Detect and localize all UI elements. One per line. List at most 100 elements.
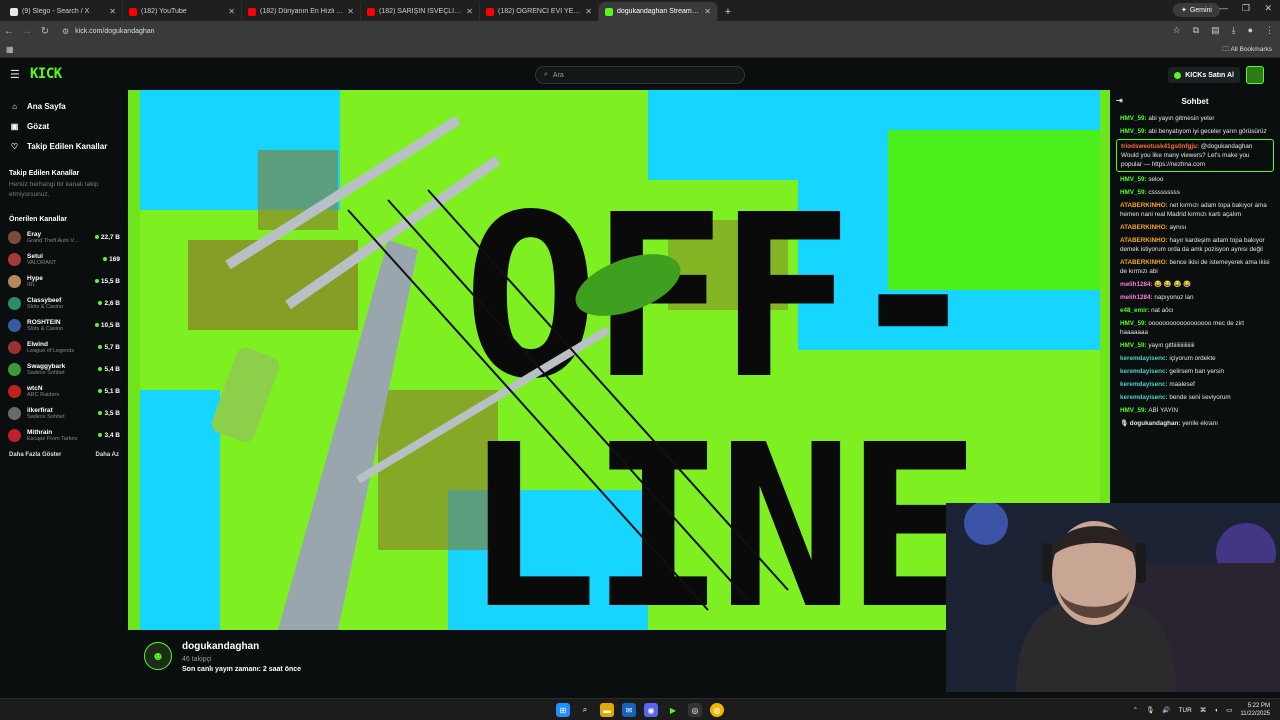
site-info-icon[interactable]: ⚙ xyxy=(62,27,69,36)
downloads-icon[interactable]: ⤓ xyxy=(1232,25,1236,36)
chat-username[interactable]: HMV_59 xyxy=(1120,176,1145,183)
mic-icon[interactable]: 🎙 xyxy=(1146,706,1154,714)
recommended-channel[interactable]: Hype IRL 15,5 B xyxy=(0,270,128,292)
sidebar-nav-item[interactable]: ♡ Takip Edilen Kanallar xyxy=(0,136,128,156)
sidebar-nav-item[interactable]: ⌂ Ana Sayfa xyxy=(0,96,128,116)
clock[interactable]: 5:22 PM 11/22/2025 xyxy=(1240,702,1270,718)
forward-icon[interactable]: → xyxy=(18,26,36,37)
discord-icon[interactable]: ◉ xyxy=(644,703,658,717)
menu-icon[interactable]: ⋮ xyxy=(1265,25,1274,36)
volume-icon[interactable]: 🔊 xyxy=(1162,706,1170,714)
show-less-button[interactable]: Daha Az xyxy=(96,452,119,458)
all-bookmarks-button[interactable]: 🗀 All Bookmarks xyxy=(1223,45,1273,56)
tab-title: (182) ÖĞRENCİ EVİ YEMEKTEYİ xyxy=(498,8,581,15)
extensions-icon[interactable]: ⧉ xyxy=(1193,25,1199,36)
network-icon[interactable]: ⌘ xyxy=(1200,706,1207,714)
chat-username[interactable]: keremdayisenc xyxy=(1120,368,1166,375)
collapse-chat-icon[interactable]: ⇥ xyxy=(1116,96,1123,105)
chat-username[interactable]: HMV_59 xyxy=(1120,189,1145,196)
chat-message: HMV_59: yayın gittiiiiiiiiiiiiiii xyxy=(1110,339,1280,352)
recommended-channel[interactable]: Mithrain Escape From Tarkov 3,4 B xyxy=(0,424,128,446)
channel-avatar xyxy=(8,252,21,266)
browser-tab[interactable]: (182) SARIŞIN İSVEÇLİ BİR KIZ ✕ xyxy=(361,2,480,21)
battery-icon[interactable]: ▭ xyxy=(1226,706,1232,714)
chat-username[interactable]: melih1284 xyxy=(1120,281,1150,288)
channel-avatar[interactable]: ☻ xyxy=(144,642,172,670)
close-tab-icon[interactable]: ✕ xyxy=(704,7,711,16)
browser-tab-bar: (9) Slego - Search / X ✕ (182) YouTube ✕ (18… xyxy=(0,0,1280,21)
chat-username[interactable]: keremdayisenc xyxy=(1120,355,1166,362)
search-input[interactable]: ⌕ Ara xyxy=(535,66,745,84)
tray-chevron-icon[interactable]: ⌃ xyxy=(1133,706,1138,714)
browser-tab[interactable]: (182) Dünyanın En Hızlı Adamı ✕ xyxy=(242,2,361,21)
chat-username[interactable]: ATABERKINHO xyxy=(1120,224,1166,231)
close-tab-icon[interactable]: ✕ xyxy=(347,7,354,16)
chat-username[interactable]: ATABERKINHO xyxy=(1120,259,1166,266)
new-tab-button[interactable]: + xyxy=(718,2,738,21)
browser-tab[interactable]: (182) ÖĞRENCİ EVİ YEMEKTEYİ ✕ xyxy=(480,2,599,21)
chat-username[interactable]: HMV_59 xyxy=(1120,128,1145,135)
close-tab-icon[interactable]: ✕ xyxy=(228,7,235,16)
url-field[interactable]: ⚙ kick.com/dogukandaghan xyxy=(62,27,155,36)
user-avatar[interactable] xyxy=(1246,66,1264,84)
chat-text: maalesef xyxy=(1169,381,1195,388)
mail-icon[interactable]: ✉ xyxy=(622,703,636,717)
recommended-channel[interactable]: Setul VALORANT 169 xyxy=(0,248,128,270)
kick-app-icon[interactable]: ▶ xyxy=(666,703,680,717)
close-window-icon[interactable]: ✕ xyxy=(1264,3,1272,14)
recommended-channel[interactable]: Eray Grand Theft Auto V... 22,7 B xyxy=(0,226,128,248)
tab-title: (182) Dünyanın En Hızlı Adamı xyxy=(260,8,343,15)
taskbar-search-icon[interactable]: ⌕ xyxy=(578,703,592,717)
restore-icon[interactable]: ❐ xyxy=(1242,3,1250,14)
chat-username[interactable]: keremdayisenc xyxy=(1120,381,1166,388)
chat-username[interactable]: melih1284 xyxy=(1120,294,1150,301)
gemini-button[interactable]: ✦ Gemini xyxy=(1172,3,1220,17)
close-tab-icon[interactable]: ✕ xyxy=(109,7,116,16)
hamburger-menu-icon[interactable]: ☰ xyxy=(10,68,20,81)
bookmark-star-icon[interactable]: ☆ xyxy=(1173,25,1181,36)
chat-message: melih1284: 😂 😂 😂 😂 xyxy=(1110,278,1280,291)
kick-logo[interactable]: KICK xyxy=(30,66,62,82)
chat-username[interactable]: triodsweotusk41gs0nfgju xyxy=(1121,143,1197,150)
show-more-button[interactable]: Daha Fazla Göster xyxy=(9,452,61,458)
viewer-count-value: 2,6 B xyxy=(104,299,120,307)
buy-kicks-button[interactable]: KICKs Satın Al xyxy=(1168,67,1240,83)
chat-username[interactable]: e48_emir xyxy=(1120,307,1147,314)
recommended-channel[interactable]: Elwind League of Legends 5,7 B xyxy=(0,336,128,358)
file-explorer-icon[interactable]: ▬ xyxy=(600,703,614,717)
reload-icon[interactable]: ↻ xyxy=(36,26,54,37)
apps-grid-icon[interactable]: ▦ xyxy=(6,45,14,54)
minimize-icon[interactable]: — xyxy=(1219,3,1228,13)
recommended-channel[interactable]: Swaggybark Sadece Sohbet 5,4 B xyxy=(0,358,128,380)
offline-text: OFF- LINE xyxy=(463,167,981,630)
sidepanel-icon[interactable]: ▤ xyxy=(1211,25,1220,36)
browser-tab[interactable]: dogukandaghan Stream - Watc ✕ xyxy=(599,2,718,21)
close-tab-icon[interactable]: ✕ xyxy=(466,7,473,16)
live-dot-icon xyxy=(98,433,103,437)
chrome-icon[interactable]: ◍ xyxy=(710,703,724,717)
recommended-channel[interactable]: ilkerfirat Sadece Sohbet 3,5 B xyxy=(0,402,128,424)
profile-icon[interactable]: ● xyxy=(1248,25,1253,36)
chat-username[interactable]: HMV_59 xyxy=(1120,342,1145,349)
recommended-channel[interactable]: wtcN ARC Raiders 5,1 B xyxy=(0,380,128,402)
start-menu-icon[interactable]: ⊞ xyxy=(556,703,570,717)
channel-avatar xyxy=(8,384,21,398)
recommended-channel[interactable]: ROSHTEIN Slots & Casino 10,5 B xyxy=(0,314,128,336)
browser-tab[interactable]: (182) YouTube ✕ xyxy=(123,2,242,21)
channel-name[interactable]: dogukandaghan xyxy=(182,641,259,652)
close-tab-icon[interactable]: ✕ xyxy=(585,7,592,16)
recommended-channel[interactable]: Classybeef Slots & Casino 2,6 B xyxy=(0,292,128,314)
chat-username[interactable]: HMV_59 xyxy=(1120,320,1145,327)
chat-username[interactable]: keremdayisenc xyxy=(1120,394,1166,401)
chat-username[interactable]: HMV_59 xyxy=(1120,115,1145,122)
speaker-icon[interactable]: ◖ xyxy=(1214,707,1218,714)
chat-username[interactable]: HMV_59 xyxy=(1120,407,1145,414)
browser-tab[interactable]: (9) Slego - Search / X ✕ xyxy=(4,2,123,21)
chat-username[interactable]: ATABERKINHO xyxy=(1120,202,1166,209)
chat-username[interactable]: 🎙 dogukandaghan xyxy=(1120,420,1178,427)
steam-icon[interactable]: ◎ xyxy=(688,703,702,717)
sidebar-nav-item[interactable]: ▣ Gözat xyxy=(0,116,128,136)
back-icon[interactable]: ← xyxy=(0,26,18,37)
language-indicator[interactable]: TUR xyxy=(1178,707,1191,714)
chat-username[interactable]: ATABERKINHO xyxy=(1120,237,1166,244)
